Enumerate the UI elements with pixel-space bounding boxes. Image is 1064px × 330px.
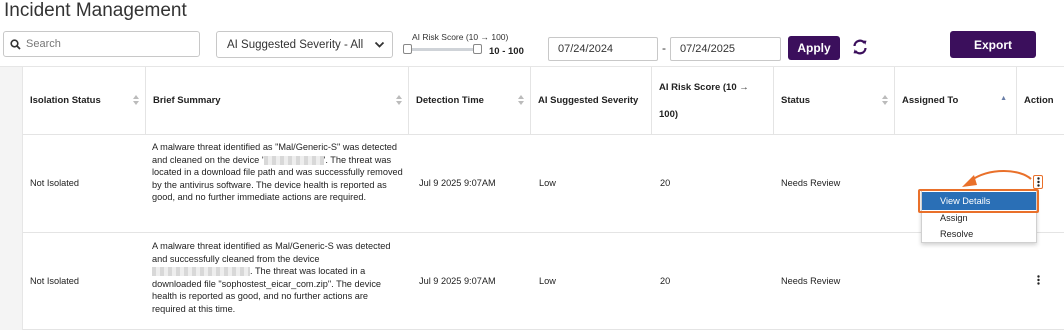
date-from-input[interactable]: 07/24/2024: [548, 37, 658, 61]
detection-time: Jul 9 2025 9:07AM: [419, 178, 496, 188]
ai-risk-score: 20: [660, 178, 671, 188]
status: Needs Review: [781, 276, 841, 286]
col-header-action: Action: [1024, 95, 1054, 106]
search-box[interactable]: [3, 31, 200, 57]
redacted-device-name: [152, 267, 250, 277]
risk-slider-min-handle[interactable]: [403, 44, 412, 54]
incident-table: Isolation Status Brief Summary Detection…: [0, 66, 1064, 330]
sort-asc-icon: ▲: [1000, 95, 1007, 102]
more-actions-icon[interactable]: [1033, 273, 1043, 287]
risk-score-label: AI Risk Score (10 → 100): [412, 32, 509, 42]
col-header-status[interactable]: Status: [774, 67, 895, 134]
status: Needs Review: [781, 178, 841, 188]
severity-select-value: AI Suggested Severity - All: [227, 38, 364, 51]
col-header-brief-summary[interactable]: Brief Summary: [146, 67, 409, 134]
search-icon: [4, 38, 26, 50]
chevron-down-icon: [374, 39, 385, 53]
col-header-ai-risk-score[interactable]: AI Risk Score (10 → 100): [652, 67, 774, 134]
col-header-assigned-to[interactable]: Assigned To ▲: [895, 67, 1017, 134]
ai-severity: Low: [539, 276, 556, 286]
sort-icon: [396, 95, 402, 105]
ai-severity: Low: [539, 178, 556, 188]
isolation-status: Not Isolated: [30, 178, 80, 188]
export-button[interactable]: Export: [950, 31, 1036, 58]
isolation-status: Not Isolated: [30, 276, 80, 286]
apply-button[interactable]: Apply: [788, 36, 840, 60]
risk-range-value: 10 - 100: [489, 46, 524, 57]
menu-item-resolve[interactable]: Resolve: [922, 226, 1036, 242]
sort-icon: [518, 95, 524, 105]
sort-icon: [133, 95, 139, 105]
col-header-isolation-status[interactable]: Isolation Status: [23, 67, 146, 134]
page-title: Incident Management: [4, 0, 187, 21]
divider: [23, 134, 1064, 135]
severity-select[interactable]: AI Suggested Severity - All: [216, 31, 393, 58]
row-selector-strip: [0, 67, 23, 330]
detection-time: Jul 9 2025 9:07AM: [419, 276, 496, 286]
risk-slider-track[interactable]: [407, 48, 479, 51]
annotation-highlight-box: [918, 189, 1039, 213]
divider: [23, 232, 1064, 233]
redacted-device-name: [263, 155, 324, 165]
risk-slider-max-handle[interactable]: [473, 44, 482, 54]
ai-risk-score: 20: [660, 276, 671, 286]
refresh-icon[interactable]: [851, 38, 869, 56]
search-input[interactable]: [26, 38, 196, 50]
brief-summary: A malware threat identified as Mal/Gener…: [152, 241, 391, 314]
date-separator: -: [662, 41, 666, 55]
col-header-ai-severity[interactable]: AI Suggested Severity: [531, 67, 652, 134]
date-to-input[interactable]: 07/24/2025: [670, 37, 781, 61]
sort-icon: [882, 95, 888, 105]
brief-summary: A malware threat identified as "Mal/Gene…: [152, 142, 403, 203]
col-header-detection-time[interactable]: Detection Time: [409, 67, 531, 134]
